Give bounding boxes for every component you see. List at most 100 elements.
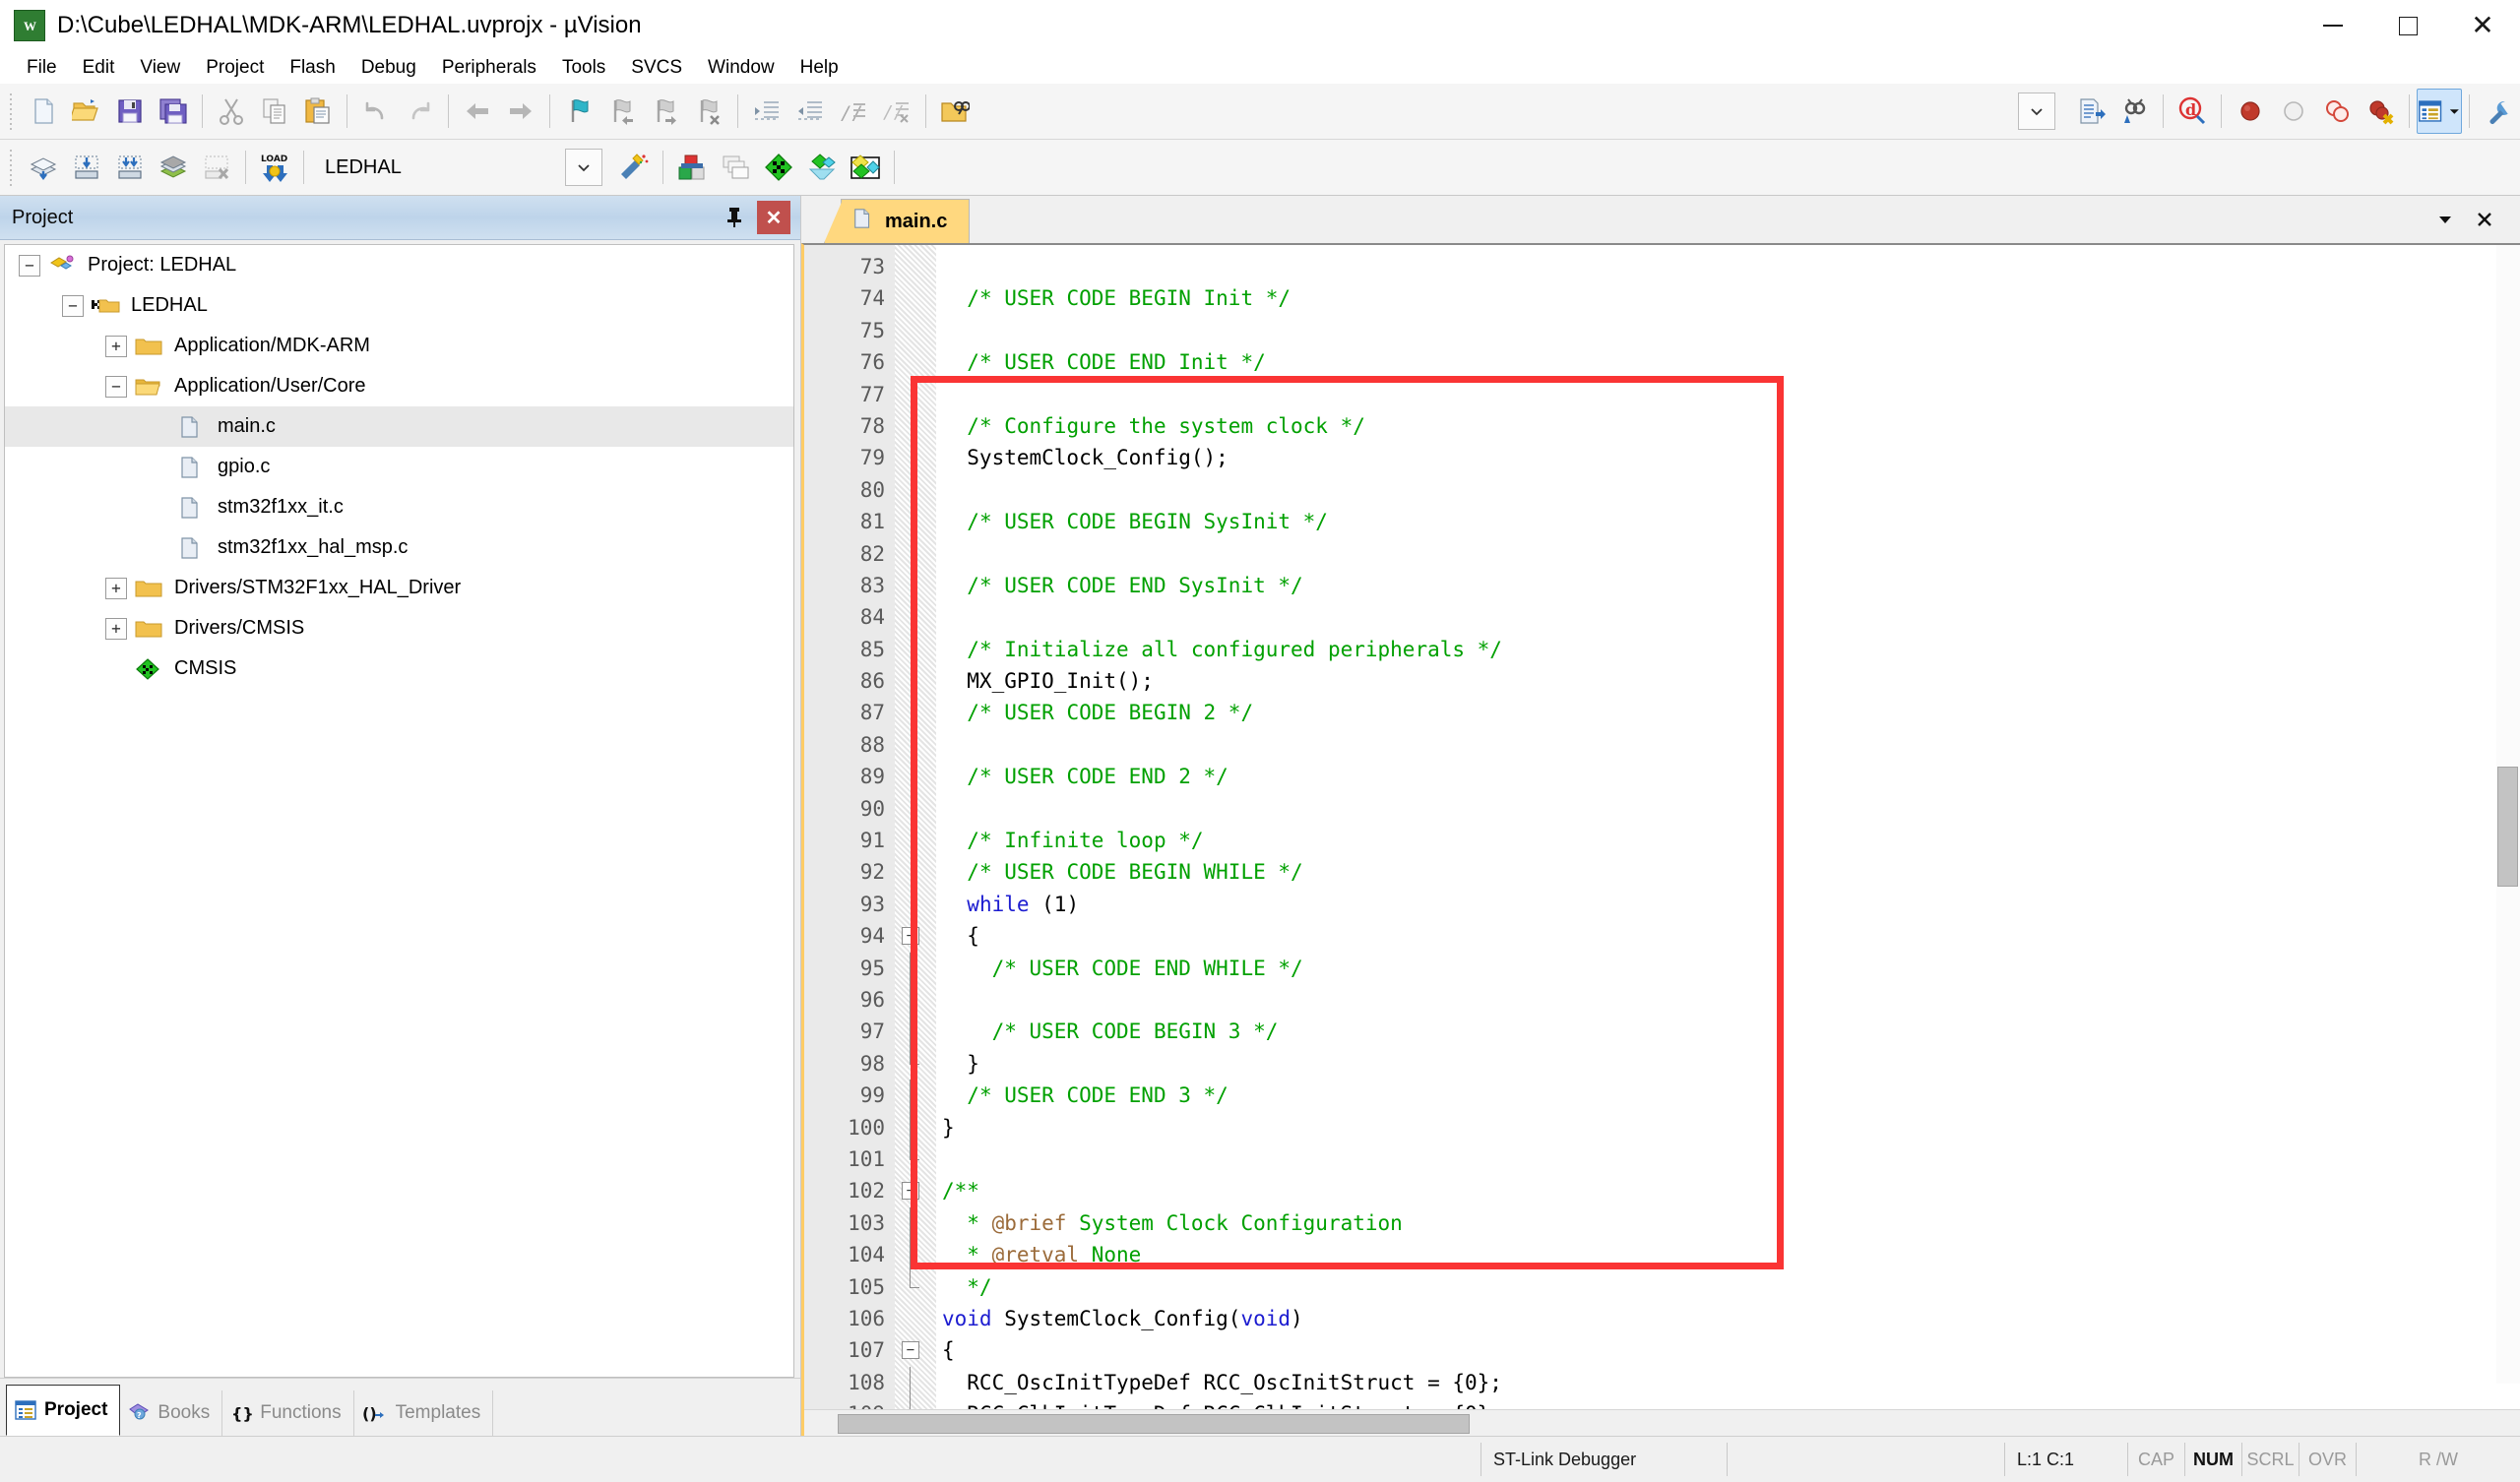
rebuild-icon[interactable] <box>108 146 152 189</box>
horizontal-scrollbar[interactable] <box>804 1409 2520 1436</box>
expander-toggle[interactable]: − <box>62 294 84 317</box>
comment-icon[interactable]: // <box>832 90 875 133</box>
horizontal-scrollbar-thumb[interactable] <box>838 1414 1470 1434</box>
menu-edit[interactable]: Edit <box>70 53 128 83</box>
tree-item-application-user-core[interactable]: − Application/User/Core <box>5 366 793 406</box>
toolbar-dropdown-icon[interactable] <box>2018 93 2055 130</box>
code-text[interactable]: /* USER CODE BEGIN Init */ /* USER CODE … <box>936 245 2520 1409</box>
vertical-scrollbar[interactable] <box>2496 245 2520 1384</box>
code-folding-column[interactable]: − − − <box>895 245 936 1409</box>
tree-item-drivers-cmsis[interactable]: + Drivers/CMSIS <box>5 608 793 648</box>
target-options-icon[interactable] <box>612 146 656 189</box>
configure-toolbar-icon[interactable] <box>2477 90 2520 133</box>
fold-marker[interactable]: − <box>895 1175 936 1206</box>
expander-toggle[interactable]: − <box>105 375 127 398</box>
disable-all-breakpoints-icon[interactable] <box>2315 90 2359 133</box>
pack-installer-icon[interactable] <box>757 146 800 189</box>
indent-left-icon[interactable] <box>788 90 832 133</box>
fold-marker <box>895 889 936 920</box>
build-toolbar-grip[interactable] <box>6 148 16 187</box>
expander-toggle[interactable]: + <box>105 617 127 640</box>
software-packs-icon[interactable] <box>844 146 887 189</box>
menu-tools[interactable]: Tools <box>549 53 618 83</box>
undo-icon[interactable] <box>354 90 398 133</box>
save-icon[interactable] <box>108 90 152 133</box>
new-file-icon[interactable] <box>22 90 65 133</box>
fold-marker[interactable]: − <box>895 1334 936 1366</box>
find-next-icon[interactable] <box>2112 90 2156 133</box>
tree-item-project[interactable]: − Project: LEDHAL <box>5 245 793 285</box>
tab-project[interactable]: Project <box>6 1385 121 1436</box>
kill-all-breakpoints-icon[interactable] <box>2359 90 2402 133</box>
batch-build-icon[interactable] <box>152 146 195 189</box>
disable-breakpoint-icon[interactable] <box>2272 90 2315 133</box>
pin-icon[interactable] <box>718 201 751 234</box>
project-tree[interactable]: − Project: LEDHAL − LEDHAL + Application… <box>4 244 794 1378</box>
manage-rte-icon[interactable] <box>800 146 844 189</box>
close-icon[interactable]: ✕ <box>757 201 790 234</box>
tree-item-gpio-c[interactable]: gpio.c <box>5 447 793 487</box>
tree-item-stm32f1xx-hal-msp-c[interactable]: stm32f1xx_hal_msp.c <box>5 527 793 568</box>
tab-templates[interactable]: () Templates <box>354 1390 494 1436</box>
vertical-scrollbar-thumb[interactable] <box>2497 767 2518 887</box>
translate-icon[interactable] <box>22 146 65 189</box>
menu-project[interactable]: Project <box>193 53 277 83</box>
tree-item-cmsis[interactable]: CMSIS <box>5 648 793 689</box>
tree-item-stm32f1xx-it-c[interactable]: stm32f1xx_it.c <box>5 487 793 527</box>
multi-project-icon[interactable] <box>714 146 757 189</box>
bookmark-prev-icon[interactable] <box>600 90 644 133</box>
indent-right-icon[interactable] <box>745 90 788 133</box>
menu-file[interactable]: File <box>14 53 70 83</box>
target-dropdown-icon[interactable] <box>565 149 602 186</box>
tree-item-main-c[interactable]: main.c <box>5 406 793 447</box>
insert-breakpoint-icon[interactable] <box>2229 90 2272 133</box>
minimize-button[interactable] <box>2296 0 2370 51</box>
open-file-icon[interactable] <box>65 90 108 133</box>
fold-marker <box>895 1111 936 1143</box>
expander-toggle[interactable]: + <box>105 577 127 599</box>
find-in-files-icon[interactable] <box>933 90 976 133</box>
save-all-icon[interactable] <box>152 90 195 133</box>
menu-debug[interactable]: Debug <box>348 53 429 83</box>
project-window-icon[interactable] <box>2417 89 2462 134</box>
stop-build-icon[interactable] <box>195 146 238 189</box>
tree-item-drivers-hal[interactable]: + Drivers/STM32F1xx_HAL_Driver <box>5 568 793 608</box>
load-icon[interactable]: LOAD <box>253 146 296 189</box>
document-tab-main-c[interactable]: main.c <box>841 199 971 243</box>
expander-toggle[interactable]: + <box>105 335 127 357</box>
close-icon[interactable] <box>2465 200 2504 239</box>
navigate-forward-icon[interactable] <box>499 90 542 133</box>
tab-functions[interactable]: {} Functions <box>222 1390 354 1436</box>
title-bar: W D:\Cube\LEDHAL\MDK-ARM\LEDHAL.uvprojx … <box>0 0 2520 52</box>
tree-item-target[interactable]: − LEDHAL <box>5 285 793 326</box>
manage-project-items-icon[interactable] <box>670 146 714 189</box>
uncomment-icon[interactable]: // <box>875 90 918 133</box>
menu-peripherals[interactable]: Peripherals <box>429 53 549 83</box>
bookmark-clear-icon[interactable] <box>687 90 730 133</box>
menu-flash[interactable]: Flash <box>277 53 347 83</box>
toolbar-grip[interactable] <box>6 92 16 131</box>
tab-books[interactable]: ? Books <box>120 1390 223 1436</box>
cut-icon[interactable] <box>210 90 253 133</box>
expander-toggle[interactable]: − <box>19 254 40 277</box>
build-icon[interactable] <box>65 146 108 189</box>
tree-item-application-mdk-arm[interactable]: + Application/MDK-ARM <box>5 326 793 366</box>
fold-marker[interactable]: − <box>895 920 936 952</box>
close-button[interactable]: ✕ <box>2445 0 2520 51</box>
paste-icon[interactable] <box>296 90 340 133</box>
copy-icon[interactable] <box>253 90 296 133</box>
redo-icon[interactable] <box>398 90 441 133</box>
menu-window[interactable]: Window <box>695 53 788 83</box>
maximize-button[interactable] <box>2370 0 2445 51</box>
chevron-down-icon[interactable] <box>2426 200 2465 239</box>
navigate-back-icon[interactable] <box>456 90 499 133</box>
bookmark-next-icon[interactable] <box>644 90 687 133</box>
code-editor[interactable]: 73 74 75 76 77 78 79 80 81 82 83 84 85 86 87 88 89 90 91 92… <box>801 243 2520 1436</box>
code-line: /* Configure the system clock */ <box>967 413 1365 438</box>
bookmark-toggle-icon[interactable] <box>557 90 600 133</box>
menu-view[interactable]: View <box>127 53 193 83</box>
incremental-find-icon[interactable] <box>2069 90 2112 133</box>
menu-help[interactable]: Help <box>788 53 851 83</box>
menu-svcs[interactable]: SVCS <box>618 53 695 83</box>
start-debug-icon[interactable]: d <box>2171 90 2214 133</box>
